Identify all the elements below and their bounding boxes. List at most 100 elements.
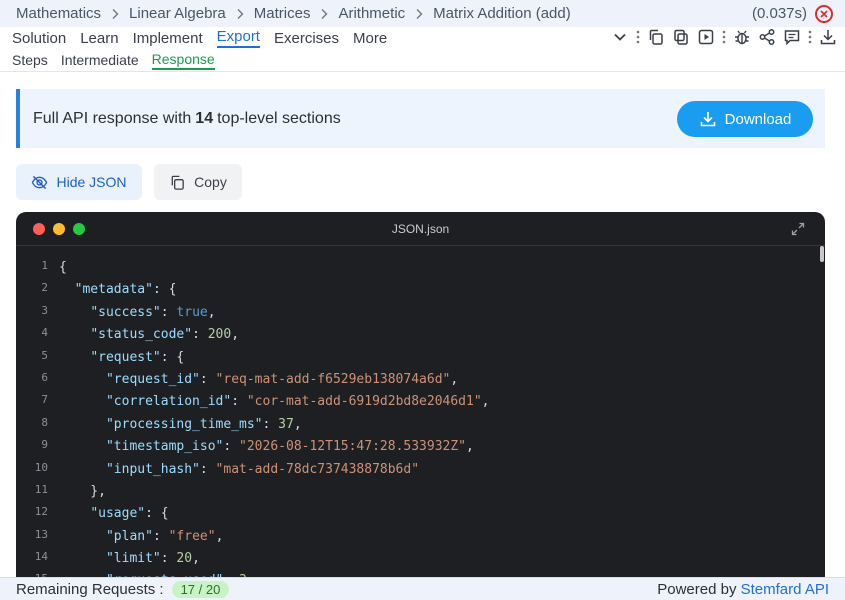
code-line: 6 "request_id": "req-mat-add-f6529eb1380… <box>16 369 816 391</box>
code-line: 13 "plan": "free", <box>16 526 816 548</box>
tab-solution[interactable]: Solution <box>12 30 66 47</box>
tab-more[interactable]: More <box>353 30 387 47</box>
app-root: Mathematics Linear Algebra Matrices Arit… <box>0 0 845 600</box>
vertical-dots-icon[interactable] <box>808 28 812 46</box>
chevron-right-icon <box>109 8 121 20</box>
response-summary-banner: Full API response with 14 top-level sect… <box>16 89 825 148</box>
vertical-dots-icon[interactable] <box>636 28 640 46</box>
code-text: { <box>59 260 67 275</box>
play-icon[interactable] <box>697 28 715 46</box>
line-number: 4 <box>41 326 48 340</box>
line-number: 11 <box>34 482 48 496</box>
breadcrumb-linear-algebra[interactable]: Linear Algebra <box>129 5 226 22</box>
timing-label: (0.037s) <box>751 5 807 22</box>
code-line: 14 "limit": 20, <box>16 548 816 570</box>
eye-off-icon <box>32 175 48 189</box>
code-text: "success": true, <box>90 304 216 320</box>
toolbar-icons <box>611 28 837 46</box>
line-number: 2 <box>41 281 48 295</box>
powered-by: Powered by Stemfard API <box>657 581 829 598</box>
main-tabs: Solution Learn Implement Export Exercise… <box>0 27 845 49</box>
close-icon[interactable] <box>815 5 833 23</box>
line-number: 7 <box>41 393 48 407</box>
code-line: 4 "status_code": 200, <box>16 324 816 346</box>
expand-icon[interactable] <box>791 222 805 236</box>
subtab-steps[interactable]: Steps <box>12 52 48 68</box>
comment-icon[interactable] <box>783 28 801 46</box>
code-text: "processing_time_ms": 37, <box>105 416 302 432</box>
tab-exercises[interactable]: Exercises <box>274 30 339 47</box>
code-window-header: JSON.json <box>16 212 825 246</box>
remaining-requests-badge: 17 / 20 <box>171 580 230 598</box>
line-number: 5 <box>41 348 48 362</box>
json-code-window: JSON.json 1{2 "metadata": {3 "success": … <box>16 212 825 584</box>
copy-button[interactable]: Copy <box>154 164 242 200</box>
code-text: "usage": { <box>90 506 169 522</box>
line-number: 8 <box>41 415 48 429</box>
sub-tabs: Steps Intermediate Response <box>0 49 845 72</box>
line-number: 6 <box>41 370 48 384</box>
subtab-response[interactable]: Response <box>151 50 215 70</box>
code-line: 3 "success": true, <box>16 302 816 324</box>
code-line: 11 }, <box>16 481 816 503</box>
chevron-right-icon <box>318 8 330 20</box>
code-line: 1{ <box>16 257 816 279</box>
line-number: 3 <box>41 303 48 317</box>
code-text: "plan": "free", <box>105 528 224 544</box>
code-text: "input_hash": "mat-add-78dc737438878b6d" <box>105 461 420 477</box>
line-number: 10 <box>34 460 48 474</box>
download-button[interactable]: Download <box>677 101 813 137</box>
code-filename: JSON.json <box>391 222 450 236</box>
copy-icon[interactable] <box>647 28 665 46</box>
share-icon[interactable] <box>758 28 776 46</box>
code-line: 9 "timestamp_iso": "2026-08-12T15:47:28.… <box>16 436 816 458</box>
powered-by-link[interactable]: Stemfard API <box>741 581 829 598</box>
code-text: "timestamp_iso": "2026-08-12T15:47:28.53… <box>105 439 474 455</box>
breadcrumb-arithmetic[interactable]: Arithmetic <box>338 5 405 22</box>
chevron-right-icon <box>234 8 246 20</box>
code-scrollbar[interactable] <box>820 246 824 262</box>
tab-learn[interactable]: Learn <box>80 30 118 47</box>
banner-prefix: Full API response with <box>33 109 192 127</box>
breadcrumb-mathematics[interactable]: Mathematics <box>16 5 101 22</box>
duplicate-icon[interactable] <box>672 28 690 46</box>
vertical-dots-icon[interactable] <box>722 28 726 46</box>
code-text: "status_code": 200, <box>90 327 240 343</box>
banner-section-count: 14 <box>195 109 214 127</box>
line-number: 1 <box>41 259 48 272</box>
download-icon[interactable] <box>819 28 837 46</box>
code-line: 12 "usage": { <box>16 503 816 525</box>
code-body[interactable]: 1{2 "metadata": {3 "success": true, 4 "st… <box>16 257 816 584</box>
code-line: 8 "processing_time_ms": 37, <box>16 414 816 436</box>
code-line: 10 "input_hash": "mat-add-78dc737438878b… <box>16 459 816 481</box>
code-text: "metadata": { <box>74 282 177 298</box>
code-text: "correlation_id": "cor-mat-add-6919d2bd8… <box>105 394 490 410</box>
banner-suffix: top-level sections <box>217 109 341 127</box>
remaining-requests-label: Remaining Requests : <box>16 580 164 598</box>
status-footer: Remaining Requests : 17 / 20 Powered by … <box>0 577 845 600</box>
line-number: 14 <box>34 550 48 564</box>
breadcrumb-matrix-addition: Matrix Addition (add) <box>433 5 571 22</box>
code-text: "request_id": "req-mat-add-f6529eb138074… <box>105 371 459 387</box>
code-text: "request": { <box>90 349 185 365</box>
tab-export[interactable]: Export <box>216 28 260 48</box>
code-text: }, <box>59 483 106 499</box>
hide-json-button[interactable]: Hide JSON <box>16 164 142 200</box>
subtab-intermediate[interactable]: Intermediate <box>61 52 139 68</box>
code-line: 5 "request": { <box>16 347 816 369</box>
code-text: "limit": 20, <box>105 551 200 567</box>
breadcrumb: Mathematics Linear Algebra Matrices Arit… <box>0 0 845 27</box>
code-line: 2 "metadata": { <box>16 279 816 301</box>
line-number: 9 <box>41 438 48 452</box>
chevron-right-icon <box>413 8 425 20</box>
breadcrumb-matrices[interactable]: Matrices <box>254 5 311 22</box>
powered-by-label: Powered by <box>657 581 737 598</box>
bug-icon[interactable] <box>733 28 751 46</box>
copy-label: Copy <box>194 174 227 190</box>
download-label: Download <box>724 110 792 128</box>
line-number: 12 <box>34 505 48 519</box>
tab-implement[interactable]: Implement <box>133 30 203 47</box>
download-icon <box>700 112 715 127</box>
hide-json-label: Hide JSON <box>56 174 127 190</box>
chevron-down-icon[interactable] <box>611 28 629 46</box>
